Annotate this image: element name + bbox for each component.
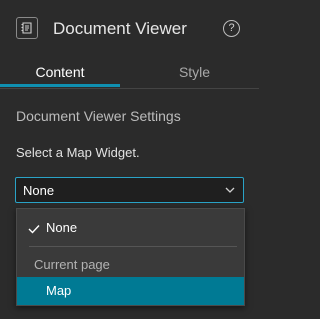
group-header-current-page: Current page: [34, 257, 110, 272]
option-none[interactable]: None: [17, 215, 244, 243]
select-value: None: [23, 183, 55, 198]
section-title: Document Viewer Settings: [16, 108, 181, 124]
map-widget-label: Select a Map Widget.: [16, 145, 140, 160]
active-tab-indicator: [0, 84, 120, 87]
divider: [29, 246, 237, 247]
chevron-down-icon: [225, 187, 235, 193]
option-map[interactable]: Map: [17, 277, 244, 305]
option-none-label: None: [46, 220, 78, 235]
help-icon[interactable]: ?: [223, 20, 240, 37]
option-map-label: Map: [46, 283, 72, 298]
dropdown-menu: None Current page Map: [16, 208, 245, 306]
widget-book-icon: [16, 17, 38, 39]
tab-style[interactable]: Style: [130, 60, 259, 88]
panel-header: Document Viewer ?: [0, 0, 259, 60]
panel-title: Document Viewer: [53, 19, 187, 38]
map-widget-select[interactable]: None: [15, 177, 244, 203]
check-icon: [28, 225, 40, 234]
